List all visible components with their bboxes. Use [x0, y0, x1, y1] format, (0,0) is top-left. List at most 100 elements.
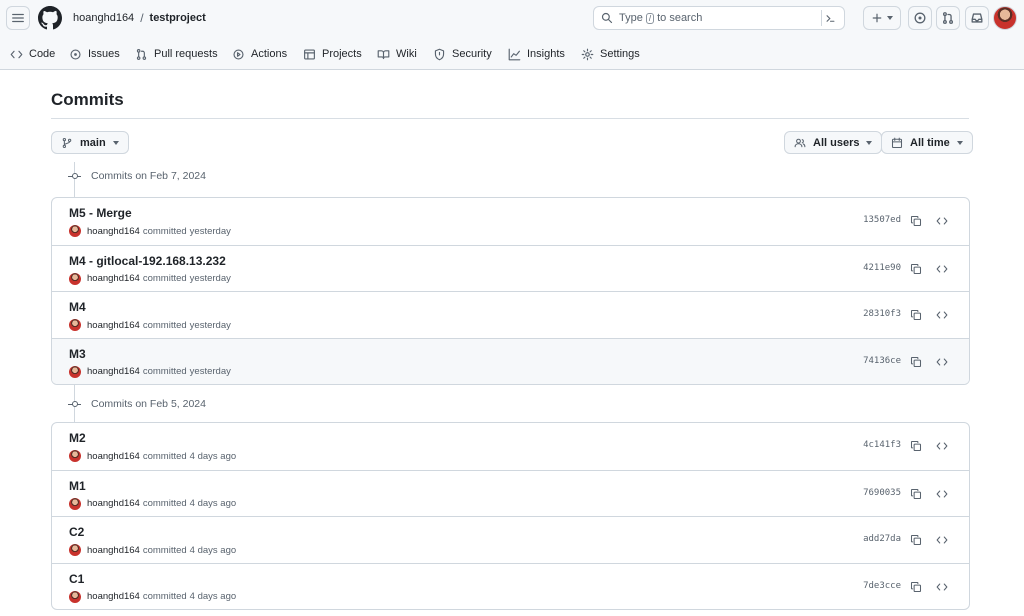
branch-selector-button[interactable]: main	[51, 131, 129, 154]
author-avatar[interactable]	[69, 319, 81, 332]
copy-icon	[910, 263, 922, 274]
copy-sha-button[interactable]	[908, 486, 924, 502]
commit-author-link[interactable]: hoanghd164	[87, 545, 140, 556]
browse-repo-button[interactable]	[934, 213, 950, 229]
commit-sha-link[interactable]: 4c141f3	[863, 440, 901, 450]
browse-repo-button[interactable]	[934, 261, 950, 277]
commit-time: 4 days ago	[189, 591, 237, 603]
user-avatar[interactable]	[993, 6, 1017, 30]
page-title: Commits	[51, 90, 124, 109]
breadcrumb-owner-link[interactable]: hoanghd164	[73, 12, 134, 24]
tab-code[interactable]: Code	[10, 44, 55, 64]
author-avatar[interactable]	[69, 450, 81, 462]
commit-sha-link[interactable]: 74136ce	[863, 356, 901, 366]
author-avatar[interactable]	[69, 365, 81, 378]
commit-row[interactable]: C1 hoanghd164 committed 4 days ago 7de3c…	[52, 562, 969, 610]
commit-author-link[interactable]: hoanghd164	[87, 591, 140, 602]
commit-message-link[interactable]: M5 - Merge	[69, 206, 132, 220]
commit-row[interactable]: M4 hoanghd164 committed yesterday 28310f…	[52, 291, 969, 338]
copy-sha-button[interactable]	[908, 579, 924, 595]
copy-sha-button[interactable]	[908, 532, 924, 548]
tab-label: Actions	[251, 48, 288, 60]
inbox-button[interactable]	[965, 6, 989, 30]
tab-issues[interactable]: Issues	[69, 44, 120, 64]
copy-sha-button[interactable]	[908, 213, 924, 229]
author-avatar[interactable]	[69, 497, 81, 510]
chevron-down-icon	[887, 16, 893, 20]
commit-sha-link[interactable]: 7de3cce	[863, 581, 901, 591]
time-filter-button[interactable]: All time	[881, 131, 973, 154]
copy-sha-button[interactable]	[908, 354, 924, 370]
tab-security[interactable]: Security	[433, 44, 492, 64]
browse-repo-button[interactable]	[934, 354, 950, 370]
commit-message-link[interactable]: M2	[69, 431, 86, 445]
github-logo-icon[interactable]	[38, 6, 62, 30]
commit-list: M5 - Merge hoanghd164 committed yesterda…	[51, 197, 970, 386]
commit-message-link[interactable]: M4	[69, 300, 86, 314]
commit-author-link[interactable]: hoanghd164	[87, 498, 140, 509]
copy-icon	[910, 535, 922, 546]
users-filter-button[interactable]: All users	[784, 131, 883, 154]
command-palette-button[interactable]	[821, 10, 839, 26]
code-icon	[936, 311, 948, 319]
commit-sha-link[interactable]: add27da	[863, 534, 901, 544]
tab-projects[interactable]: Projects	[303, 44, 362, 64]
inbox-icon	[971, 13, 983, 23]
author-avatar[interactable]	[69, 272, 81, 285]
commit-message-link[interactable]: M1	[69, 479, 86, 493]
commit-author-link[interactable]: hoanghd164	[87, 226, 140, 237]
copy-sha-button[interactable]	[908, 307, 924, 323]
git-commit-icon	[68, 171, 81, 181]
copy-sha-button[interactable]	[908, 261, 924, 277]
commit-row[interactable]: M4 - gitlocal-192.168.13.232 hoanghd164 …	[52, 244, 969, 292]
copy-icon	[910, 581, 922, 592]
table-icon	[304, 48, 315, 60]
commit-row[interactable]: M3 hoanghd164 committed yesterday 74136c…	[52, 337, 969, 385]
search-input[interactable]: Type / to search	[593, 6, 845, 30]
tab-insights[interactable]: Insights	[508, 44, 565, 64]
author-avatar[interactable]	[69, 544, 81, 557]
commit-row[interactable]: M2 hoanghd164 committed 4 days ago 4c141…	[52, 423, 969, 470]
commit-row[interactable]: M1 hoanghd164 committed 4 days ago 76900…	[52, 469, 969, 517]
tab-wiki[interactable]: Wiki	[377, 44, 417, 64]
copy-sha-button[interactable]	[908, 438, 924, 454]
commit-message-link[interactable]: C2	[69, 525, 84, 539]
commit-row[interactable]: C2 hoanghd164 committed 4 days ago add27…	[52, 516, 969, 563]
breadcrumb-repo-link[interactable]: testproject	[150, 12, 206, 24]
author-avatar[interactable]	[69, 225, 81, 237]
commit-message-link[interactable]: C1	[69, 572, 84, 586]
commit-sha-link[interactable]: 28310f3	[863, 309, 901, 319]
browse-repo-button[interactable]	[934, 579, 950, 595]
pull-requests-button[interactable]	[936, 6, 960, 30]
chevron-down-icon	[112, 140, 119, 145]
tab-actions[interactable]: Actions	[232, 44, 287, 64]
commit-time: yesterday	[189, 319, 231, 331]
commit-author-link[interactable]: hoanghd164	[87, 451, 140, 462]
create-new-button[interactable]	[863, 6, 901, 30]
commit-group-heading: Commits on Feb 5, 2024	[68, 397, 206, 411]
commit-list: M2 hoanghd164 committed 4 days ago 4c141…	[51, 422, 970, 611]
commit-sha-link[interactable]: 4211e90	[863, 263, 901, 273]
commit-sha-link[interactable]: 13507ed	[863, 215, 901, 225]
browse-repo-button[interactable]	[934, 307, 950, 323]
issue-icon	[914, 12, 926, 24]
commit-time: 4 days ago	[189, 544, 237, 556]
commit-row[interactable]: M5 - Merge hoanghd164 committed yesterda…	[52, 198, 969, 245]
commit-author-link[interactable]: hoanghd164	[87, 320, 140, 331]
commit-message-link[interactable]: M4 - gitlocal-192.168.13.232	[69, 254, 226, 268]
author-avatar[interactable]	[69, 590, 81, 603]
commit-sha-link[interactable]: 7690035	[863, 488, 901, 498]
tab-pull-requests[interactable]: Pull requests	[135, 44, 218, 64]
browse-repo-button[interactable]	[934, 532, 950, 548]
commit-author-link[interactable]: hoanghd164	[87, 273, 140, 284]
issues-button[interactable]	[908, 6, 932, 30]
commit-message-link[interactable]: M3	[69, 347, 86, 361]
commit-meta: hoanghd164 committed 4 days ago	[69, 590, 237, 603]
browse-repo-button[interactable]	[934, 438, 950, 454]
browse-repo-button[interactable]	[934, 486, 950, 502]
code-icon	[936, 490, 948, 498]
tab-settings[interactable]: Settings	[581, 44, 640, 64]
commit-author-link[interactable]: hoanghd164	[87, 366, 140, 377]
copy-icon	[910, 440, 922, 452]
menu-button[interactable]	[6, 6, 30, 30]
